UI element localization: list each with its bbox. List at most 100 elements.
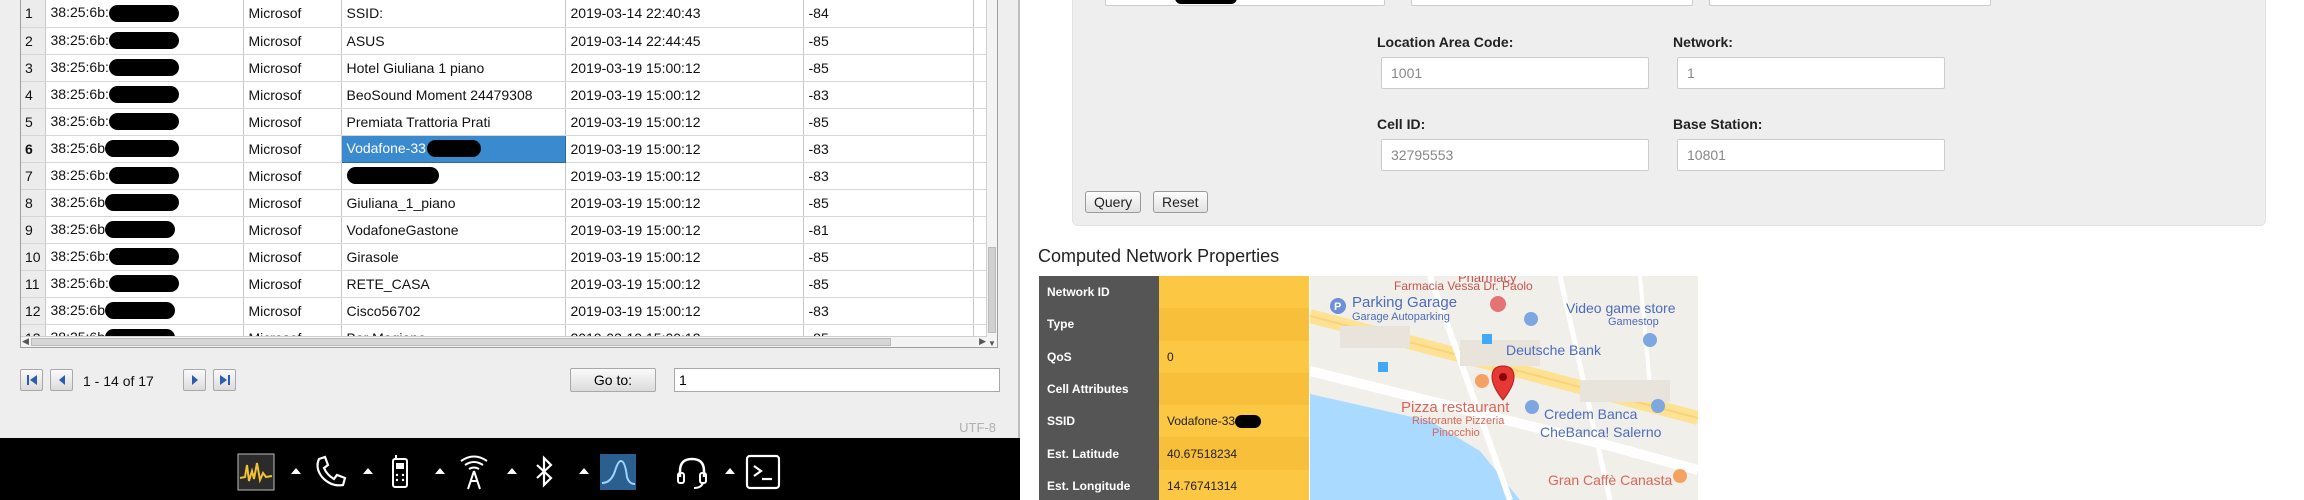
horizontal-scrollbar[interactable]: ◀ ▶ xyxy=(21,336,987,347)
vendor-cell[interactable]: Microsof xyxy=(243,189,342,217)
bank-icon[interactable] xyxy=(1525,400,1539,414)
timestamp-cell[interactable]: 2019-03-19 15:00:12 xyxy=(565,135,804,163)
cafe-icon[interactable] xyxy=(1673,469,1687,483)
ssid-cell[interactable]: ASUS xyxy=(341,27,566,55)
timestamp-cell[interactable]: 2019-03-19 15:00:12 xyxy=(565,162,804,190)
timestamp-cell[interactable]: 2019-03-19 15:00:12 xyxy=(565,216,804,244)
table-row[interactable]: 4 38:25:6b: Microsof BeoSound Moment 244793… xyxy=(21,81,990,109)
first-page-button[interactable] xyxy=(20,369,43,391)
bluetooth-icon[interactable] xyxy=(524,452,564,492)
ssid-cell[interactable]: Vodafone-33 xyxy=(340,134,566,163)
caret-up-icon[interactable] xyxy=(291,468,301,474)
mobile-phone-icon[interactable] xyxy=(380,452,420,492)
horizontal-scroll-thumb[interactable] xyxy=(31,338,891,346)
ssid-cell[interactable]: Girasole xyxy=(341,243,566,271)
timestamp-cell[interactable]: 2019-03-14 22:44:45 xyxy=(565,27,804,55)
row-number[interactable]: 4 xyxy=(21,81,46,109)
rssi-cell[interactable]: -83 xyxy=(803,135,974,163)
wifi-tower-icon[interactable] xyxy=(454,452,494,492)
phone-icon[interactable] xyxy=(310,452,350,492)
rssi-cell[interactable]: -83 xyxy=(803,297,974,325)
row-number[interactable]: 5 xyxy=(21,108,46,136)
caret-up-icon[interactable] xyxy=(435,468,445,474)
timestamp-cell[interactable]: 2019-03-19 15:00:12 xyxy=(565,297,804,325)
rssi-cell[interactable]: -85 xyxy=(803,270,974,298)
bag-icon[interactable] xyxy=(1524,312,1538,326)
vendor-cell[interactable]: Microsof xyxy=(243,27,342,55)
headset-icon[interactable] xyxy=(672,452,712,492)
mac-address-cell[interactable]: 38:25:6b: xyxy=(45,54,244,82)
mac-address-cell[interactable]: 38:25:6b: xyxy=(45,0,244,28)
next-page-button[interactable] xyxy=(183,369,206,391)
scroll-left-arrow-icon[interactable]: ◀ xyxy=(22,336,29,347)
caret-up-icon[interactable] xyxy=(507,468,517,474)
ssid-cell[interactable]: RETE_CASA xyxy=(341,270,566,298)
vertical-scrollbar[interactable]: ▼ xyxy=(986,0,997,347)
caret-up-icon[interactable] xyxy=(363,468,373,474)
bus-stop-icon[interactable] xyxy=(1482,334,1492,344)
vendor-cell[interactable]: Microsof xyxy=(243,108,342,136)
network-input[interactable] xyxy=(1677,57,1945,89)
timestamp-cell[interactable]: 2019-03-19 15:00:12 xyxy=(565,189,804,217)
table-row[interactable]: 2 38:25:6b: Microsof ASUS 2019-03-14 22:44:4… xyxy=(21,27,990,55)
mac-address-cell[interactable]: 38:25:6b: xyxy=(45,108,244,136)
mac-address-cell[interactable]: 38:25:6b: xyxy=(45,27,244,55)
table-row[interactable]: 6 38:25:6b Microsof Vodafone-33 2019-03-19 1… xyxy=(21,134,990,163)
top-field-middle[interactable] xyxy=(1411,0,1693,6)
ssid-cell[interactable]: Cisco56702 xyxy=(341,297,566,325)
ssid-cell[interactable]: Giuliana_1_piano xyxy=(341,189,566,217)
vendor-cell[interactable]: Microsof xyxy=(243,216,342,244)
table-row[interactable]: 9 38:25:6b Microsof VodafoneGastone 2019-03-… xyxy=(21,216,990,244)
mac-address-cell[interactable]: 38:25:6b: xyxy=(45,243,244,271)
table-row[interactable]: 5 38:25:6b: Microsof Premiata Trattoria Pra… xyxy=(21,108,990,136)
rssi-cell[interactable]: -83 xyxy=(803,81,974,109)
caret-up-icon[interactable] xyxy=(725,468,735,474)
base-station-input[interactable] xyxy=(1677,139,1945,171)
row-number[interactable]: 6 xyxy=(21,135,46,163)
row-number[interactable]: 7 xyxy=(21,162,46,190)
top-field-right[interactable] xyxy=(1709,0,1991,6)
table-row[interactable]: 12 38:25:6b Microsof Cisco56702 2019-03-19 1… xyxy=(21,297,990,325)
row-number[interactable]: 1 xyxy=(21,0,46,28)
top-field-left[interactable] xyxy=(1105,0,1385,6)
table-row[interactable]: 10 38:25:6b: Microsof Girasole 2019-03-19 15… xyxy=(21,243,990,271)
table-row[interactable]: 7 38:25:6b: Microsof 2019-03-19 15:00:12 -83 xyxy=(21,162,990,190)
mac-address-cell[interactable]: 38:25:6b xyxy=(45,297,244,325)
mac-address-cell[interactable]: 38:25:6b xyxy=(45,189,244,217)
timestamp-cell[interactable]: 2019-03-19 15:00:12 xyxy=(565,243,804,271)
row-number[interactable]: 9 xyxy=(21,216,46,244)
lac-input[interactable] xyxy=(1381,57,1649,89)
vendor-cell[interactable]: Microsof xyxy=(243,243,342,271)
rssi-cell[interactable]: -85 xyxy=(803,243,974,271)
rssi-cell[interactable]: -85 xyxy=(803,108,974,136)
rssi-cell[interactable]: -84 xyxy=(803,0,974,28)
timestamp-cell[interactable]: 2019-03-19 15:00:12 xyxy=(565,270,804,298)
timestamp-cell[interactable]: 2019-03-14 22:40:43 xyxy=(565,0,804,28)
mac-address-cell[interactable]: 38:25:6b xyxy=(45,135,244,163)
table-row[interactable]: 8 38:25:6b Microsof Giuliana_1_piano 2019-03… xyxy=(21,189,990,217)
bank-icon[interactable] xyxy=(1651,399,1665,413)
mac-address-cell[interactable]: 38:25:6b: xyxy=(45,270,244,298)
scroll-right-arrow-icon[interactable]: ▶ xyxy=(979,336,986,347)
vendor-cell[interactable]: Microsof xyxy=(243,270,342,298)
table-row[interactable]: 1 38:25:6b: Microsof SSID: 2019-03-14 22:40:… xyxy=(21,0,990,28)
rssi-cell[interactable]: -85 xyxy=(803,27,974,55)
vertical-scroll-thumb[interactable] xyxy=(988,247,996,333)
oscilloscope-icon[interactable] xyxy=(236,452,276,492)
location-map[interactable]: P Pharmacy Farmacia Vessa Dr. Paolo Park… xyxy=(1310,276,1698,500)
pharmacy-icon[interactable] xyxy=(1490,296,1506,312)
table-row[interactable]: 11 38:25:6b: Microsof RETE_CASA 2019-03-19 1… xyxy=(21,270,990,298)
vendor-cell[interactable]: Microsof xyxy=(243,54,342,82)
restaurant-icon[interactable] xyxy=(1475,374,1489,388)
vendor-cell[interactable]: Microsof xyxy=(243,297,342,325)
ssid-cell[interactable]: BeoSound Moment 24479308 xyxy=(341,81,566,109)
caret-up-icon[interactable] xyxy=(579,468,589,474)
query-button[interactable]: Query xyxy=(1085,191,1142,213)
row-number[interactable]: 8 xyxy=(21,189,46,217)
waveform-icon[interactable] xyxy=(598,452,638,492)
row-number[interactable]: 2 xyxy=(21,27,46,55)
row-number[interactable]: 10 xyxy=(21,243,46,271)
ssid-cell[interactable]: Premiata Trattoria Prati xyxy=(341,108,566,136)
mac-address-cell[interactable]: 38:25:6b: xyxy=(45,81,244,109)
rssi-cell[interactable]: -81 xyxy=(803,216,974,244)
